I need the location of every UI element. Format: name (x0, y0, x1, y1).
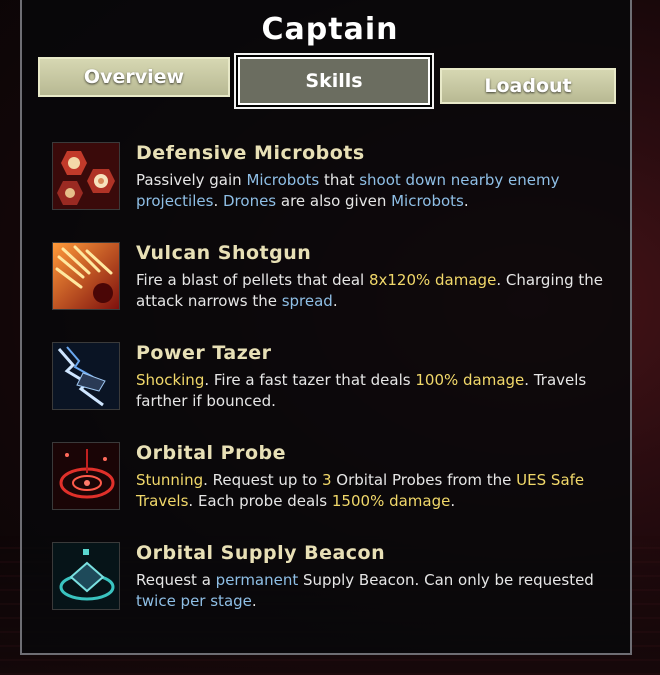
skill-name: Orbital Probe (136, 442, 287, 464)
page-title: Captain (261, 12, 399, 47)
description-segment: . (213, 192, 223, 210)
skill-orbital-probe: Orbital Probe Stunning. Request up to 3 … (52, 442, 612, 522)
skill-description: Fire a blast of pellets that deal 8x120%… (136, 270, 616, 312)
tab-overview[interactable]: Overview (38, 57, 230, 97)
description-segment: Microbots (246, 171, 320, 189)
description-segment: 1500% damage (331, 492, 451, 510)
tab-overview-label: Overview (83, 66, 185, 88)
skill-name: Defensive Microbots (136, 142, 365, 164)
description-segment: . (463, 192, 469, 210)
description-segment: Passively gain (136, 171, 247, 189)
description-segment: Fire a blast of pellets that deal (136, 271, 369, 289)
shotgun-icon (52, 242, 120, 310)
description-segment: . Each probe deals (188, 492, 332, 510)
description-segment: 100% damage (415, 371, 525, 389)
description-segment: Request a (136, 571, 216, 589)
description-segment: . Fire a fast tazer that deals (204, 371, 416, 389)
description-segment: twice per stage (136, 592, 252, 610)
tab-skills[interactable]: Skills (236, 55, 432, 107)
description-segment: 8x120% damage (368, 271, 497, 289)
skill-name: Orbital Supply Beacon (136, 542, 386, 564)
skill-description: Passively gain Microbots that shoot down… (136, 170, 616, 212)
tazer-icon (52, 342, 120, 410)
skill-description: Stunning. Request up to 3 Orbital Probes… (136, 470, 616, 512)
skill-orbital-supply-beacon: Orbital Supply Beacon Request a permanen… (52, 542, 612, 622)
orbital-probe-icon (52, 442, 120, 510)
microbots-icon (52, 142, 120, 210)
description-segment: that (319, 171, 360, 189)
skill-description: Request a permanent Supply Beacon. Can o… (136, 570, 616, 612)
skill-defensive-microbots: Defensive Microbots Passively gain Micro… (52, 142, 612, 222)
description-segment: . Request up to (203, 471, 322, 489)
skill-name: Power Tazer (136, 342, 272, 364)
skill-power-tazer: Power Tazer Shocking. Fire a fast tazer … (52, 342, 612, 422)
description-segment: 3 (321, 471, 332, 489)
tab-loadout-label: Loadout (484, 75, 572, 97)
description-segment: Drones (223, 192, 277, 210)
description-segment: spread (281, 292, 333, 310)
skill-vulcan-shotgun: Vulcan Shotgun Fire a blast of pellets t… (52, 242, 612, 322)
description-segment: are also given (276, 192, 392, 210)
skill-name: Vulcan Shotgun (136, 242, 312, 264)
skill-description: Shocking. Fire a fast tazer that deals 1… (136, 370, 616, 412)
description-segment: permanent (215, 571, 299, 589)
description-segment: Microbots (391, 192, 464, 210)
description-segment: Orbital Probes from the (331, 471, 517, 489)
description-segment: . (332, 292, 338, 310)
tab-loadout[interactable]: Loadout (440, 68, 616, 104)
description-segment: . (251, 592, 257, 610)
description-segment: Shocking (136, 371, 205, 389)
description-segment: Stunning (136, 471, 204, 489)
description-segment: Supply Beacon. Can only be requested (298, 571, 594, 589)
tab-skills-label: Skills (305, 70, 363, 92)
supply-beacon-icon (52, 542, 120, 610)
description-segment: . (450, 492, 456, 510)
